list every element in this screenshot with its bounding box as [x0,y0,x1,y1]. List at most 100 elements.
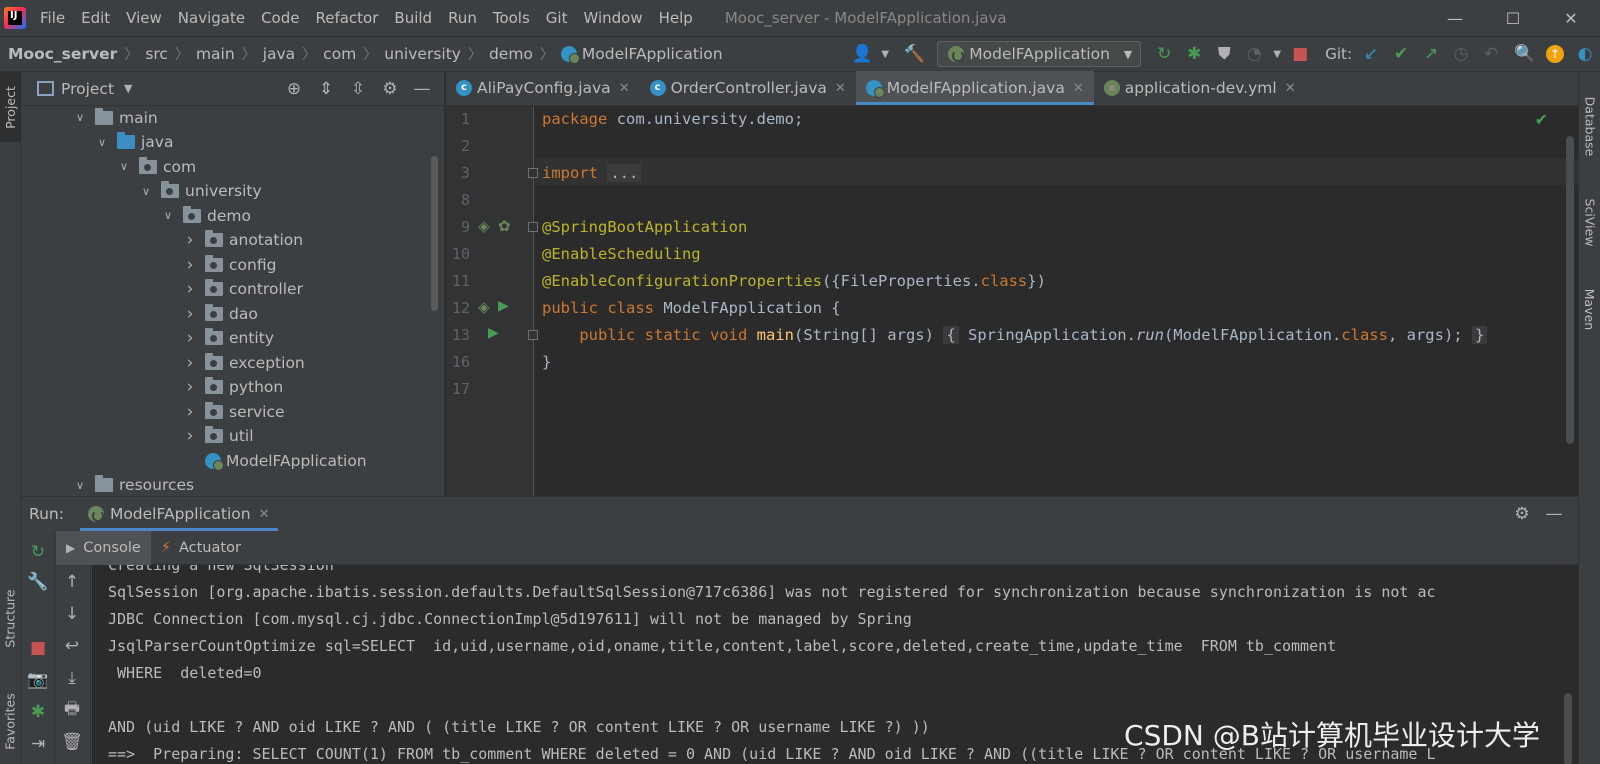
gear-icon[interactable]: ⚙ [1506,501,1538,527]
tree-item-python[interactable]: › python [183,375,283,400]
run-configuration-select[interactable]: ModelFApplication ▼ [937,41,1142,67]
tree-item-service[interactable]: › service [183,399,285,424]
run-tab-modelfapplication[interactable]: ModelFApplication ✕ [79,497,278,531]
rerun-icon[interactable]: ↻ [1151,41,1177,67]
menu-tools[interactable]: Tools [493,9,530,27]
chevron-right-icon[interactable]: › [183,377,197,397]
tree-item-resources[interactable]: ∨ resources [73,473,194,497]
tree-item-university[interactable]: ∨ university [139,179,262,204]
fold-toggle-icon[interactable] [528,330,538,340]
chevron-right-icon[interactable]: › [183,353,197,373]
profile-icon[interactable]: ◔ [1241,41,1267,67]
menu-navigate[interactable]: Navigate [178,9,245,27]
git-update-icon[interactable]: ↙ [1358,41,1384,67]
tree-item-anotation[interactable]: › anotation [183,228,303,253]
project-panel-title[interactable]: Project [61,80,114,98]
project-scrollbar[interactable] [431,156,438,311]
chevron-right-icon[interactable]: › [183,402,197,422]
update-available-icon[interactable]: ↑ [1542,41,1568,67]
gear-icon[interactable]: ⚙ [374,76,406,102]
chevron-right-icon[interactable]: › [183,328,197,348]
menu-help[interactable]: Help [659,9,693,27]
spring-bean-icon[interactable]: ◈ [478,217,494,235]
arrow-up-icon[interactable]: ↑ [55,569,89,595]
spring-config-icon[interactable]: ✿ [498,217,514,235]
build-hammer-icon[interactable]: 🔨 [901,41,927,67]
tab-actuator[interactable]: ⚡ Actuator [151,531,251,565]
chevron-right-icon[interactable]: › [183,426,197,446]
fold-toggle-icon[interactable] [528,222,538,232]
code-editor[interactable]: 1 2 3 8 9 10 11 12 13 16 17 ◈ ✿ ◈ ▶ ▶ pa… [446,106,1578,496]
breadcrumb-src[interactable]: src [145,45,168,63]
fold-toggle-icon[interactable] [528,168,538,178]
menu-run[interactable]: Run [448,9,477,27]
tab-application-dev-yml[interactable]: application-dev.yml ✕ [1094,71,1306,105]
soft-wrap-icon[interactable]: ↩ [55,633,89,659]
menu-refactor[interactable]: Refactor [315,9,378,27]
chevron-down-icon[interactable]: ▼ [879,41,891,67]
tab-ordercontroller[interactable]: c OrderController.java ✕ [640,71,856,105]
git-commit-icon[interactable]: ✔ [1388,41,1414,67]
run-gutter-icon[interactable]: ▶ [488,325,504,341]
hide-panel-icon[interactable]: — [1538,501,1570,527]
tab-modelfapplication[interactable]: ModelFApplication.java ✕ [855,71,1094,105]
breadcrumb-demo[interactable]: demo [489,45,533,63]
trash-icon[interactable]: 🗑 [55,729,89,755]
tab-alipayconfig[interactable]: c AliPayConfig.java ✕ [446,71,640,105]
menu-code[interactable]: Code [261,9,299,27]
structure-tool-tab[interactable]: Structure [0,572,21,664]
camera-icon[interactable]: 📷 [21,667,55,693]
tab-console[interactable]: ▶ Console [56,530,151,565]
tree-item-util[interactable]: › util [183,424,254,449]
sciview-tool-tab[interactable]: SciView [1579,184,1600,260]
menu-file[interactable]: File [40,9,65,27]
locate-file-icon[interactable]: ⊕ [278,76,310,102]
chevron-right-icon[interactable]: › [183,304,197,324]
project-tool-tab[interactable]: Project [0,72,21,142]
scroll-to-end-icon[interactable]: ⤓ [55,665,89,691]
chevron-down-icon[interactable]: ∨ [95,136,109,149]
menu-window[interactable]: Window [583,9,642,27]
tree-item-main[interactable]: ∨ main [73,105,158,130]
tree-item-entity[interactable]: › entity [183,326,274,351]
menu-git[interactable]: Git [546,9,568,27]
rollback-icon[interactable]: ↶ [1478,41,1504,67]
chevron-down-icon[interactable]: ∨ [161,209,175,222]
history-icon[interactable]: ◷ [1448,41,1474,67]
close-tab-icon[interactable]: ✕ [259,507,270,522]
collapse-all-icon[interactable]: ⇳ [342,76,374,102]
toolbox-icon[interactable]: ◐ [1572,41,1598,67]
expand-all-icon[interactable]: ⇕ [310,76,342,102]
breadcrumb-project[interactable]: Mooc_server [8,45,117,63]
tree-item-com[interactable]: ∨ com [117,154,196,179]
coverage-icon[interactable]: ⛊ [1211,41,1237,67]
debug-icon[interactable]: ✱ [1181,41,1207,67]
tree-item-java[interactable]: ∨ java [95,130,173,155]
chevron-right-icon[interactable]: › [183,255,197,275]
menu-build[interactable]: Build [394,9,432,27]
tree-item-dao[interactable]: › dao [183,301,258,326]
close-tab-icon[interactable]: ✕ [619,81,630,96]
chevron-down-icon[interactable]: ∨ [139,185,153,198]
wrench-icon[interactable]: 🔧 [21,569,55,595]
chevron-right-icon[interactable]: › [183,230,197,250]
chevron-down-icon[interactable]: ∨ [117,160,131,173]
menu-view[interactable]: View [126,9,162,27]
search-icon[interactable]: 🔍 [1512,41,1538,67]
folded-imports[interactable]: ... [607,164,642,182]
stop-icon[interactable]: ■ [1287,41,1313,67]
stop-icon[interactable]: ■ [21,635,55,661]
chevron-down-icon[interactable]: ∨ [73,111,87,124]
user-icon[interactable]: 👤 [849,41,875,67]
console-scrollbar[interactable] [1564,693,1572,764]
menu-edit[interactable]: Edit [81,9,110,27]
run-gutter-icon[interactable]: ▶ [498,298,514,314]
maximize-button[interactable]: ☐ [1484,0,1542,36]
breadcrumb-java[interactable]: java [263,45,295,63]
maven-tool-tab[interactable]: Maven [1579,274,1600,344]
close-window-button[interactable]: ✕ [1542,0,1600,36]
rerun-icon[interactable]: ↻ [21,539,55,565]
tree-item-modelfapplication[interactable]: ModelFApplication [183,448,367,473]
chevron-down-icon[interactable]: ∨ [73,479,87,492]
spring-bean-icon[interactable]: ◈ [478,298,494,316]
